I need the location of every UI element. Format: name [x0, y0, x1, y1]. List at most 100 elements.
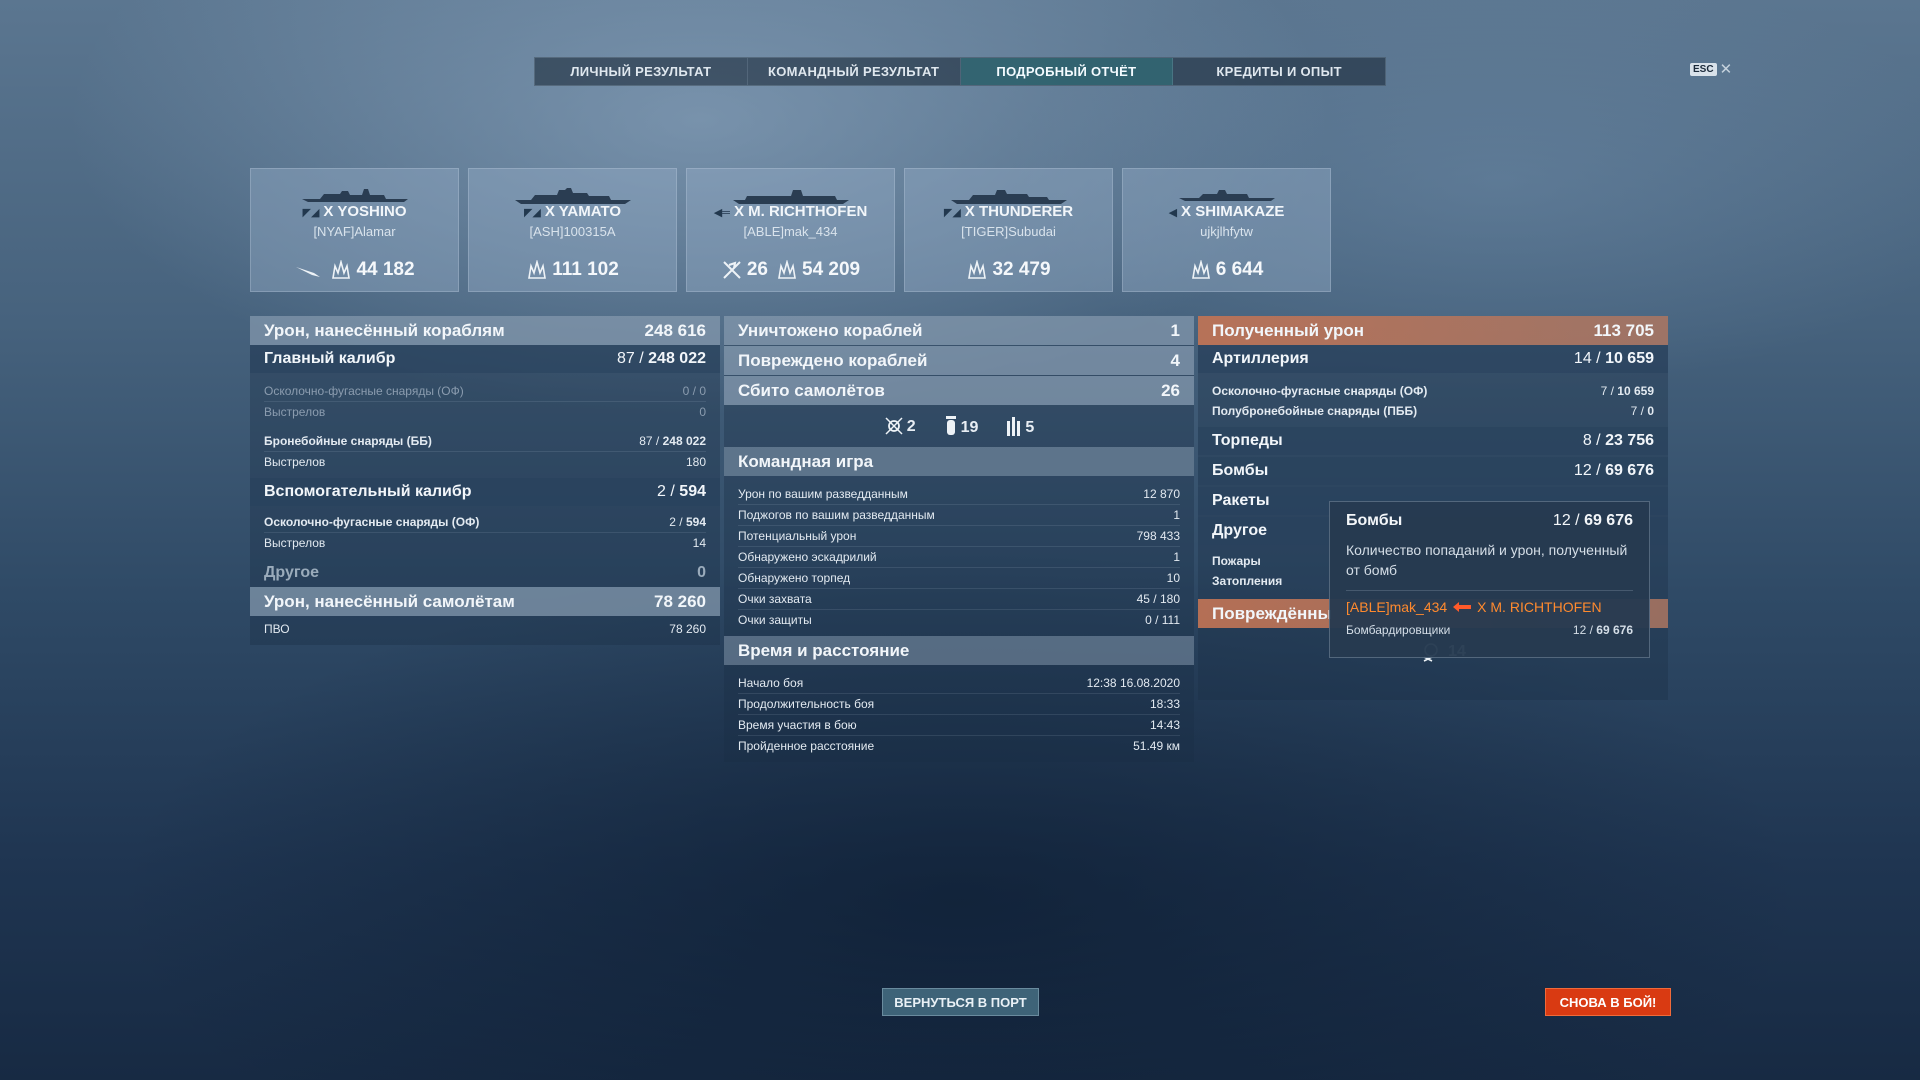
aa-row: ПВО 78 260 [250, 619, 720, 639]
player-name: ujkjlhfytw [1200, 224, 1253, 239]
row-value: 7 / 0 [1630, 404, 1654, 418]
time-distance-row: Продолжительность боя 18:33 [724, 694, 1194, 714]
player-name: [ABLE]mak_434 [743, 224, 838, 239]
damage: 10 659 [1617, 384, 1654, 398]
damaged-header: Повреждено кораблей 4 [724, 346, 1194, 375]
team-play-header: Командная игра [724, 447, 1194, 476]
ship-card-richthofen[interactable]: ◀═ X M. RICHTHOFEN [ABLE]mak_434 26 54 20… [686, 168, 895, 292]
hits: 2 [657, 483, 666, 500]
ship-stats: 6 644 [1123, 259, 1330, 281]
received-he-row: Осколочно-фугасные снаряды (ОФ) 7 / 10 65… [1198, 381, 1668, 401]
header-value: 87 / 248 022 [617, 350, 706, 367]
header-value: 0 [697, 564, 706, 581]
ship-name-text: THUNDERER [978, 203, 1074, 220]
time-distance-list: Начало боя 12:38 16.08.2020 Продолжительно… [724, 673, 1194, 756]
header-value: 14 / 10 659 [1573, 350, 1654, 367]
planes-shot-header: Сбито самолётов 26 [724, 376, 1194, 405]
row-value: 10 [1166, 571, 1180, 585]
tooltip-attacker: [ABLE]mak_434 X M. RICHTHOFEN [1346, 599, 1633, 615]
header-value: 26 [1161, 380, 1180, 400]
hits: 87 [617, 350, 635, 367]
combat-summary-panel: Уничтожено кораблей 1 Повреждено кораблей… [724, 316, 1194, 762]
ship-damage-header: Урон, нанесённый кораблям 248 616 [250, 316, 720, 345]
ship-name: ◀ X SHIMAKAZE [1123, 203, 1330, 220]
hits: 12 [1573, 462, 1592, 479]
tab-detailed-report[interactable]: ПОДРОБНЫЙ ОТЧЁТ [960, 58, 1174, 85]
battleship-class-icon: ◤◢ [943, 207, 961, 219]
close-icon[interactable]: ✕ [1720, 60, 1733, 78]
cruiser-class-icon: ◤◢ [302, 207, 320, 219]
torpedo-bombers-count: 5 [1025, 419, 1035, 436]
tooltip-header: Бомбы 12 / 69 676 [1346, 512, 1633, 530]
battle-again-button[interactable]: СНОВА В БОЙ! [1545, 988, 1671, 1016]
ship-name-text: SHIMAKAZE [1195, 203, 1285, 220]
ship-card-yamato[interactable]: ◤◢ X YAMATO [ASH]100315A 111 102 [468, 168, 677, 292]
ship-card-thunderer[interactable]: ◤◢ X THUNDERER [TIGER]Subudai 32 479 [904, 168, 1113, 292]
main-battery-header: Главный калибр 87 / 248 022 [250, 345, 720, 373]
artillery-header: Артиллерия 14 / 10 659 [1198, 345, 1668, 373]
header-label: Время и расстояние [738, 640, 910, 660]
damage: 69 676 [1605, 462, 1654, 479]
hits: 8 [1582, 432, 1592, 449]
bombs-tooltip: Бомбы 12 / 69 676 Количество попаданий и… [1329, 501, 1650, 658]
row-value: 0 / 111 [1145, 613, 1180, 627]
tab-credits-xp[interactable]: КРЕДИТЫ И ОПЫТ [1173, 58, 1385, 85]
row-value: 12 870 [1143, 487, 1180, 501]
ship-card-shimakaze[interactable]: ◀ X SHIMAKAZE ujkjlhfytw 6 644 [1122, 168, 1331, 292]
damage: 248 022 [648, 350, 706, 367]
ship-name: ◀═ X M. RICHTHOFEN [687, 203, 894, 220]
header-label: Повреждено кораблей [738, 350, 928, 370]
header-label: Командная игра [738, 451, 874, 471]
received-sap-row: Полубронебойные снаряды (ПББ) 7 / 0 [1198, 401, 1668, 421]
header-label: Ракеты [1212, 492, 1270, 509]
secondary-he-row: Осколочно-фугасные снаряды (ОФ) 2 / 594 [250, 512, 720, 532]
row-value: 180 [685, 455, 706, 469]
tooltip-damage: 69 676 [1584, 512, 1633, 529]
ship-tier: X [544, 203, 555, 220]
main-ap-row: Бронебойные снаряды (ББ) 87 / 248 022 [250, 431, 720, 451]
damage: 594 [685, 515, 706, 529]
row-label: Пожары [1212, 554, 1261, 568]
damage-value: 6 644 [1215, 259, 1264, 280]
main-he-shots-row: Выстрелов 0 [250, 402, 720, 422]
hits: 12 [1572, 623, 1587, 637]
header-value: 8 / 23 756 [1582, 432, 1654, 449]
row-value: 2 / 594 [669, 515, 706, 529]
planes-shot-value: 26 [746, 259, 768, 280]
tab-personal-result[interactable]: ЛИЧНЫЙ РЕЗУЛЬТАТ [535, 58, 748, 85]
bombs-header[interactable]: Бомбы 12 / 69 676 [1198, 457, 1668, 485]
team-play-row: Урон по вашим разведданным 12 870 [724, 484, 1194, 504]
header-label: Другое [264, 564, 319, 581]
explosion-icon [968, 260, 987, 279]
row-value: 87 / 248 022 [639, 434, 706, 448]
attacker-ship: X M. RICHTHOFEN [1477, 599, 1602, 615]
other-header: Другое 0 [250, 559, 720, 587]
row-value: 1 [1173, 550, 1180, 564]
row-label: Продолжительность боя [738, 697, 875, 711]
team-play-row: Очки захвата 45 / 180 [724, 589, 1194, 609]
hits: 14 [1573, 350, 1592, 367]
row-label: Затопления [1212, 574, 1283, 588]
torpedoes-header: Торпеды 8 / 23 756 [1198, 427, 1668, 455]
row-value: 7 / 10 659 [1600, 384, 1654, 398]
row-label: Осколочно-фугасные снаряды (ОФ) [264, 515, 480, 529]
ship-card-yoshino[interactable]: ◤◢ X YOSHINO [NYAF]Alamar 44 182 [250, 168, 459, 292]
bombers-count: 19 [960, 419, 979, 436]
bomber-icon [945, 416, 956, 435]
ship-stats: 32 479 [905, 259, 1112, 281]
ship-tier: X [1181, 203, 1192, 220]
row-label: ПВО [264, 622, 290, 636]
header-label: Урон, нанесённый кораблям [264, 320, 505, 340]
ship-stats: 44 182 [251, 259, 458, 281]
return-to-port-button[interactable]: ВЕРНУТЬСЯ В ПОРТ [882, 988, 1039, 1016]
tab-team-result[interactable]: КОМАНДНЫЙ РЕЗУЛЬТАТ [748, 58, 961, 85]
esc-close-button[interactable]: ESC ✕ [1690, 60, 1732, 78]
player-name: [ASH]100315A [529, 224, 616, 239]
ship-stats: 26 54 209 [687, 259, 894, 281]
row-value: 14 [692, 536, 706, 550]
ship-stats: 111 102 [469, 259, 676, 281]
row-label: Очки защиты [738, 613, 812, 627]
damage-value: 32 479 [992, 259, 1051, 280]
received-damage-header: Полученный урон 113 705 [1198, 316, 1668, 345]
tooltip-title: Бомбы [1346, 512, 1403, 529]
